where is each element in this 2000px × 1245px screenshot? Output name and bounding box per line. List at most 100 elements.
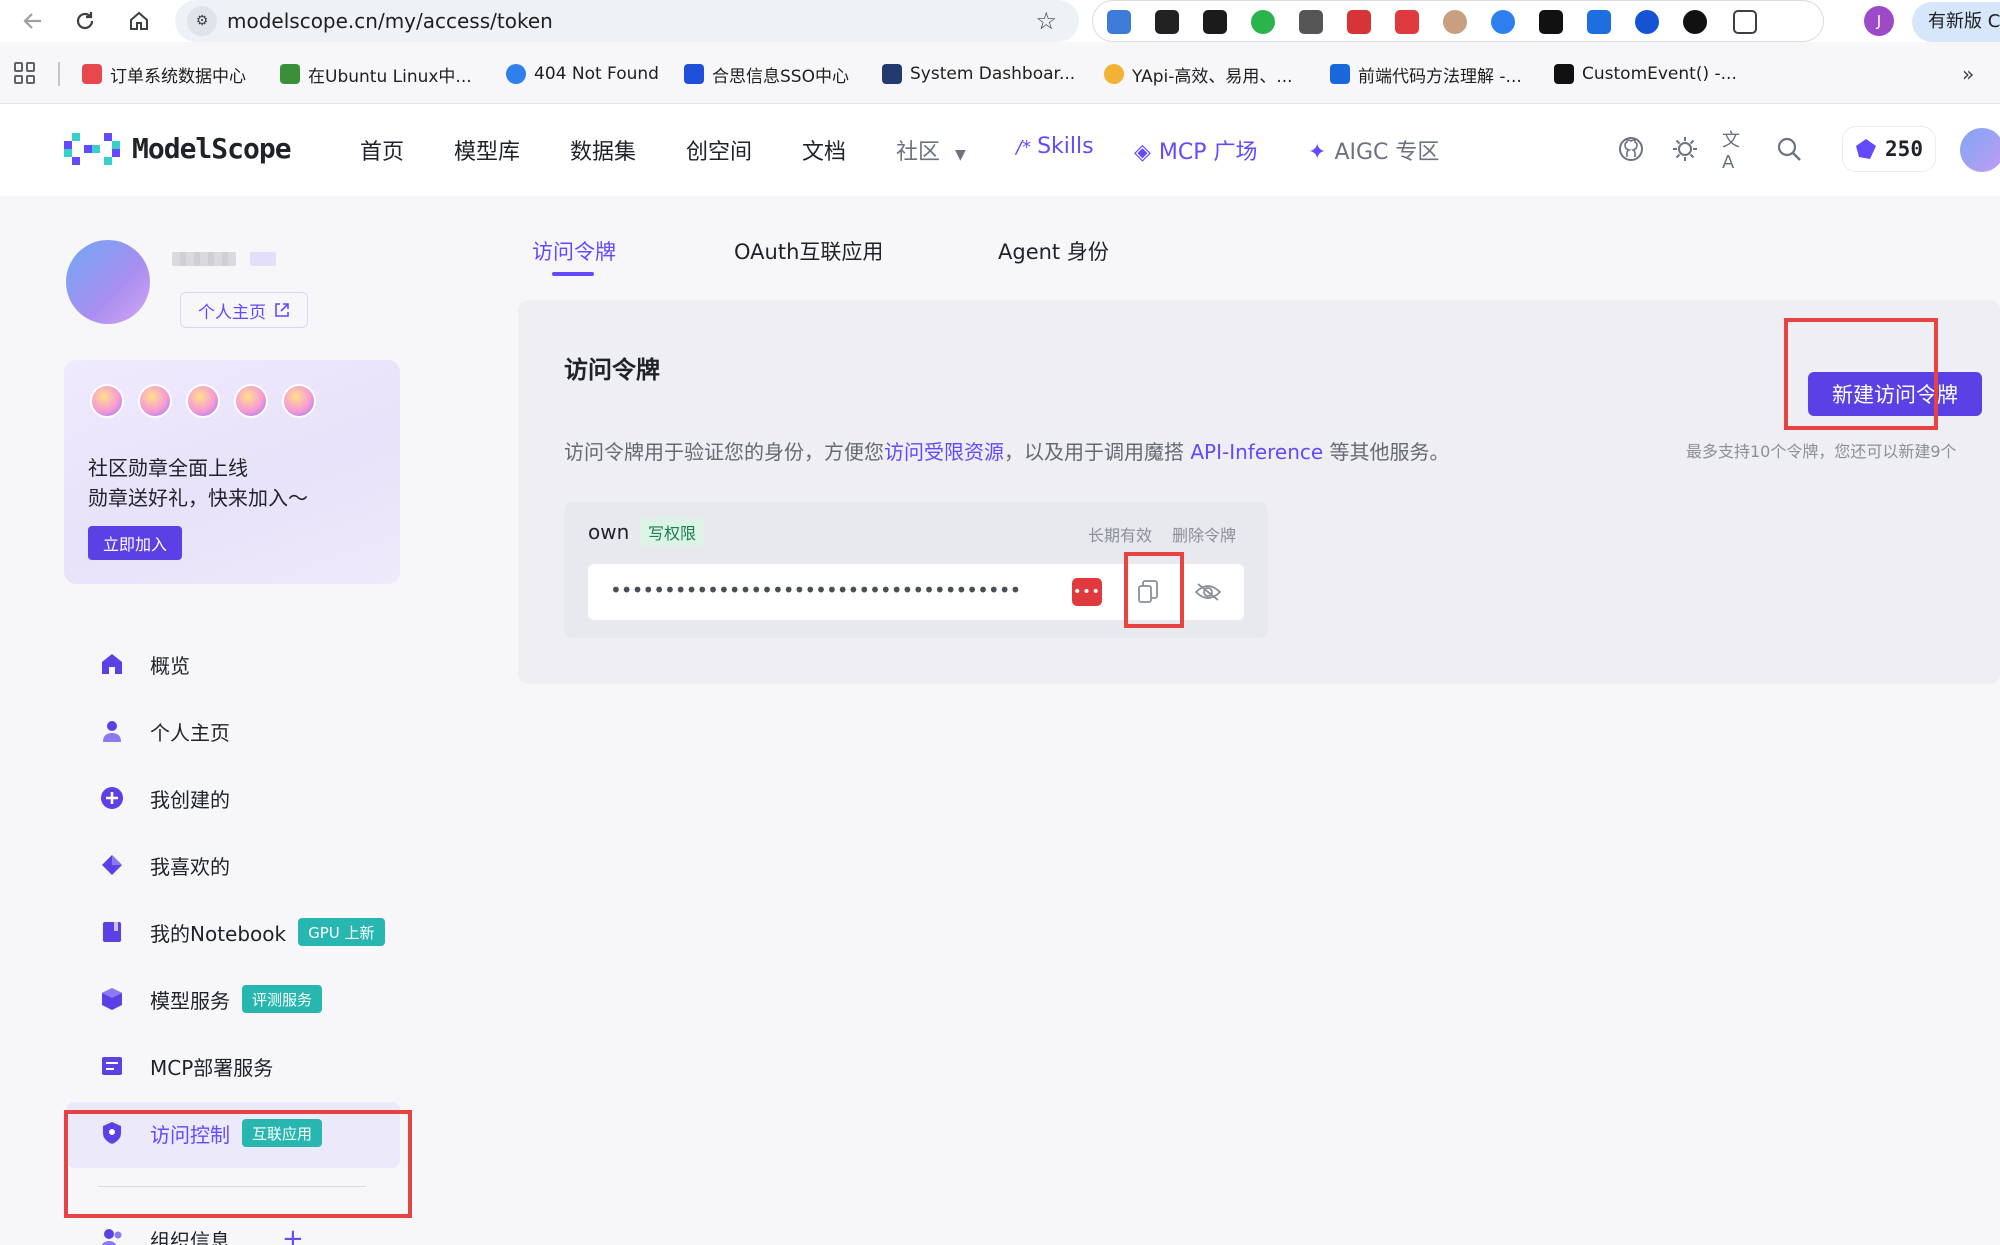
a-extension-icon[interactable] [1251, 10, 1275, 34]
password-manager-icon[interactable]: ••• [1072, 578, 1102, 606]
blurred-user-tag [250, 252, 276, 266]
password-extension-icon[interactable] [1347, 10, 1371, 34]
sidebar-item-homepage[interactable]: 个人主页 [100, 714, 230, 748]
reload-icon[interactable] [68, 4, 102, 38]
sidebar-item-mcp-deploy[interactable]: MCP部署服务 [100, 1049, 273, 1083]
sidebar-item-label: 个人主页 [150, 720, 230, 745]
modelscope-logo[interactable]: ModelScope [64, 132, 292, 165]
masked-token-value: •••••••••••••••••••••••••••••••••••••• [610, 578, 1021, 602]
restricted-resources-link[interactable]: 访问受限资源 [884, 440, 1004, 464]
bookmark-label: CustomEvent() -... [1582, 64, 1737, 84]
bookmark-item[interactable]: YApi-高效、易用、... [1104, 60, 1293, 88]
points-value: 250 [1885, 137, 1923, 161]
join-now-button[interactable]: 立即加入 [88, 526, 182, 560]
sidebar-item-organization[interactable]: 组织信息 + [100, 1222, 304, 1245]
search-icon[interactable] [1774, 134, 1804, 164]
nav-skills[interactable]: /* Skills [1016, 134, 1094, 159]
bookmark-favicon-icon [882, 64, 902, 84]
nav-mcp[interactable]: ◈ MCP 广场 [1134, 134, 1258, 166]
highlight-box-copy [1124, 552, 1184, 628]
user-icon [100, 719, 124, 743]
points-gem-icon [1856, 139, 1877, 159]
bookmark-item[interactable]: 前端代码方法理解 -... [1330, 60, 1522, 88]
delete-token-link[interactable]: 删除令牌 [1172, 522, 1236, 546]
sidebar-item-label: 我创建的 [150, 787, 230, 812]
nav-models[interactable]: 模型库 [454, 134, 520, 166]
screen-extension-icon[interactable] [1587, 10, 1611, 34]
personal-homepage-label: 个人主页 [198, 302, 266, 323]
bookmark-item[interactable]: 订单系统数据中心 [82, 60, 246, 88]
bookmark-item[interactable]: CustomEvent() -... [1554, 60, 1737, 88]
external-link-icon [275, 303, 289, 317]
blue-extension-icon[interactable] [1491, 10, 1515, 34]
notebook-icon [100, 920, 124, 944]
sidebar-item-label: 组织信息 [150, 1228, 230, 1245]
sidebar-item-model-service[interactable]: 模型服务 评测服务 [100, 982, 323, 1016]
points-badge[interactable]: 250 [1842, 126, 1936, 172]
site-info-icon[interactable]: ⚙ [187, 6, 217, 36]
nav-home[interactable]: 首页 [360, 134, 404, 166]
qr-extension-icon[interactable] [1299, 10, 1323, 34]
add-organization-icon[interactable]: + [282, 1224, 304, 1245]
home-icon[interactable] [122, 4, 156, 38]
download-extension-icon[interactable] [1107, 10, 1131, 34]
spy-extension-icon[interactable] [1155, 10, 1179, 34]
bookmark-item[interactable]: 404 Not Found [506, 60, 659, 88]
sidebar-item-notebook[interactable]: 我的Notebook GPU 上新 [100, 915, 385, 949]
update-browser-button[interactable]: 有新版 C [1912, 2, 2000, 42]
nav-studios[interactable]: 创空间 [686, 134, 752, 166]
url-text: modelscope.cn/my/access/token [227, 9, 553, 33]
theme-sun-icon[interactable] [1670, 134, 1700, 164]
highlight-box-access-control [64, 1110, 412, 1218]
github-icon[interactable] [1616, 134, 1646, 164]
bookmark-item[interactable]: 合思信息SSO中心 [684, 60, 849, 88]
tab-agent-identity[interactable]: Agent 身份 [998, 236, 1109, 266]
language-icon[interactable]: 文A [1722, 130, 1752, 173]
address-bar[interactable]: ⚙ modelscope.cn/my/access/token ☆ [175, 0, 1079, 42]
back-icon[interactable] [16, 4, 50, 38]
puzzle-extensions-icon[interactable] [1733, 10, 1757, 34]
more-bookmarks-icon[interactable]: » [1962, 62, 1974, 86]
nav-community[interactable]: 社区 ▼ [896, 134, 966, 166]
bookmark-item[interactable]: 在Ubuntu Linux中... [280, 60, 472, 88]
sidebar-item-label: MCP部署服务 [150, 1055, 274, 1080]
logo-text: ModelScope [132, 132, 292, 165]
avatar-extension-icon[interactable] [1443, 10, 1467, 34]
token-validity: 长期有效 [1088, 526, 1153, 545]
chevron-down-icon: ▼ [955, 147, 966, 163]
profile-avatar[interactable]: J [1864, 6, 1894, 36]
bookmark-label: 前端代码方法理解 -... [1358, 66, 1522, 87]
bookmark-favicon-icon [280, 64, 300, 84]
skills-icon: /* [1016, 137, 1032, 158]
write-permission-tag: 写权限 [640, 518, 705, 546]
nav-docs[interactable]: 文档 [802, 134, 846, 166]
nav-aigc[interactable]: ✦ AIGC 专区 [1308, 134, 1439, 166]
desc-text-2: ，以及用于调用魔搭 [1004, 440, 1191, 464]
h-extension-icon[interactable] [1635, 10, 1659, 34]
dark-extension-icon[interactable] [1203, 10, 1227, 34]
eye-hidden-icon[interactable] [1192, 576, 1224, 608]
user-avatar[interactable] [1960, 128, 2000, 172]
sidebar-item-created[interactable]: 我创建的 [100, 781, 230, 815]
api-inference-link[interactable]: API-Inference [1190, 440, 1323, 464]
bookmark-favicon-icon [684, 64, 704, 84]
tab-oauth-apps[interactable]: OAuth互联应用 [734, 236, 883, 266]
fe-extension-icon[interactable] [1395, 10, 1419, 34]
nav-datasets[interactable]: 数据集 [570, 134, 636, 166]
active-tab-indicator [552, 272, 594, 276]
sidebar-item-overview[interactable]: 概览 [100, 647, 190, 681]
apps-grid-icon[interactable] [14, 62, 36, 84]
bookmark-item[interactable]: System Dashboar... [882, 60, 1075, 88]
bookmark-favicon-icon [82, 64, 102, 84]
personal-homepage-button[interactable]: 个人主页 [180, 292, 308, 328]
nav-mcp-label: MCP 广场 [1158, 140, 1258, 165]
token-limit-text: 最多支持10个令牌，您还可以新建9个 [1686, 442, 1957, 461]
panel-title: 访问令牌 [564, 356, 660, 384]
bookmark-star-icon[interactable]: ☆ [1035, 7, 1057, 35]
chart-extension-icon[interactable] [1539, 10, 1563, 34]
sidebar-item-liked[interactable]: 我喜欢的 [100, 848, 230, 882]
badge-promo-subtitle: 勋章送好礼，快来加入～ [88, 486, 308, 510]
bookmark-favicon-icon [1330, 64, 1350, 84]
search-extension-icon[interactable] [1683, 10, 1707, 34]
tab-access-tokens[interactable]: 访问令牌 [532, 236, 616, 266]
